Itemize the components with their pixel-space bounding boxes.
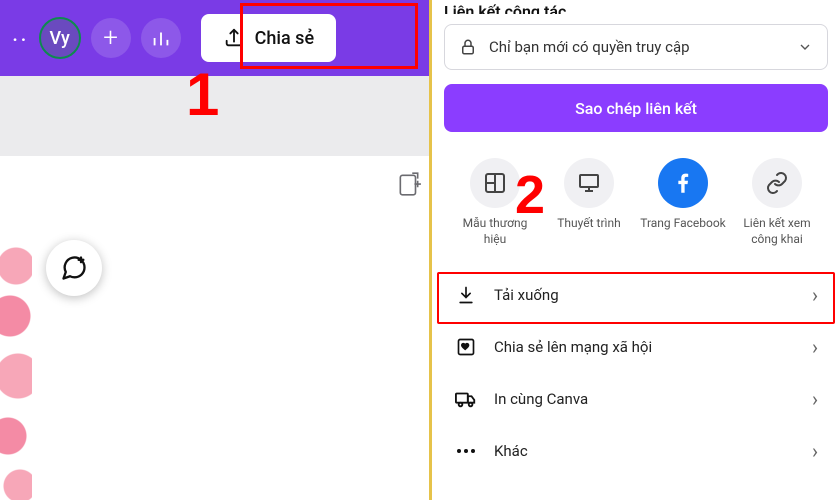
menu-item-share-social[interactable]: Chia sẻ lên mạng xã hội › <box>444 321 828 373</box>
bar-chart-icon <box>150 27 172 49</box>
share-panel: Liên kết cộng tác Chỉ bạn mới có quyền t… <box>432 0 840 500</box>
share-option-label: Trang Facebook <box>640 216 726 232</box>
menu-item-label: Chia sẻ lên mạng xã hội <box>494 338 652 356</box>
menu-item-label: In cùng Canva <box>494 390 588 408</box>
access-label: Chỉ bạn mới có quyền truy cập <box>489 38 690 56</box>
copy-link-label: Sao chép liên kết <box>575 99 697 118</box>
menu-item-print-canva[interactable]: In cùng Canva › <box>444 373 828 425</box>
access-dropdown[interactable]: Chỉ bạn mới có quyền truy cập <box>444 24 828 70</box>
share-option-public-link[interactable]: Liên kết xem công khai <box>732 158 822 247</box>
menu-item-label: Khác <box>494 442 528 460</box>
annotation-number-2: 2 <box>515 164 545 226</box>
share-options-row: Mẫu thương hiệu Thuyết trình Trang Faceb… <box>444 158 828 247</box>
menu-item-download[interactable]: Tải xuống › <box>444 269 828 321</box>
link-icon <box>752 158 802 208</box>
canvas-area[interactable] <box>0 156 429 500</box>
chevron-right-icon: › <box>812 283 818 307</box>
lock-icon <box>459 38 477 56</box>
truck-icon <box>455 388 477 410</box>
menu-item-more[interactable]: Khác › <box>444 425 828 477</box>
presentation-icon <box>564 158 614 208</box>
menu-item-label: Tải xuống <box>494 286 559 304</box>
flower-decoration <box>0 226 32 500</box>
chevron-right-icon: › <box>812 387 818 411</box>
copy-link-button[interactable]: Sao chép liên kết <box>444 84 828 132</box>
add-page-button[interactable] <box>389 164 429 204</box>
chevron-right-icon: › <box>812 335 818 359</box>
comment-plus-icon <box>60 254 88 282</box>
chevron-right-icon: › <box>812 439 818 463</box>
upload-icon <box>223 27 245 49</box>
share-menu-list: Tải xuống › Chia sẻ lên mạng xã hội › In… <box>444 269 828 477</box>
share-option-label: Thuyết trình <box>557 216 620 232</box>
add-collaborator-button[interactable]: + <box>91 18 131 58</box>
comment-button[interactable] <box>46 240 102 296</box>
share-option-present[interactable]: Thuyết trình <box>544 158 634 247</box>
ellipsis-icon: .. <box>12 19 29 47</box>
share-panel-header: Liên kết cộng tác <box>444 0 828 14</box>
annotation-number-1: 1 <box>186 60 219 129</box>
insights-button[interactable] <box>141 18 181 58</box>
chevron-down-icon <box>797 39 813 55</box>
heart-square-icon <box>456 337 476 357</box>
share-option-label: Liên kết xem công khai <box>732 216 822 247</box>
avatar[interactable]: Vy <box>39 17 81 59</box>
share-button-label: Chia sẻ <box>255 28 314 49</box>
share-button[interactable]: Chia sẻ <box>201 14 336 62</box>
template-icon <box>470 158 520 208</box>
ellipsis-icon <box>457 449 475 453</box>
add-page-icon <box>396 171 422 197</box>
facebook-icon <box>658 158 708 208</box>
download-icon <box>456 285 476 305</box>
share-option-facebook[interactable]: Trang Facebook <box>638 158 728 247</box>
